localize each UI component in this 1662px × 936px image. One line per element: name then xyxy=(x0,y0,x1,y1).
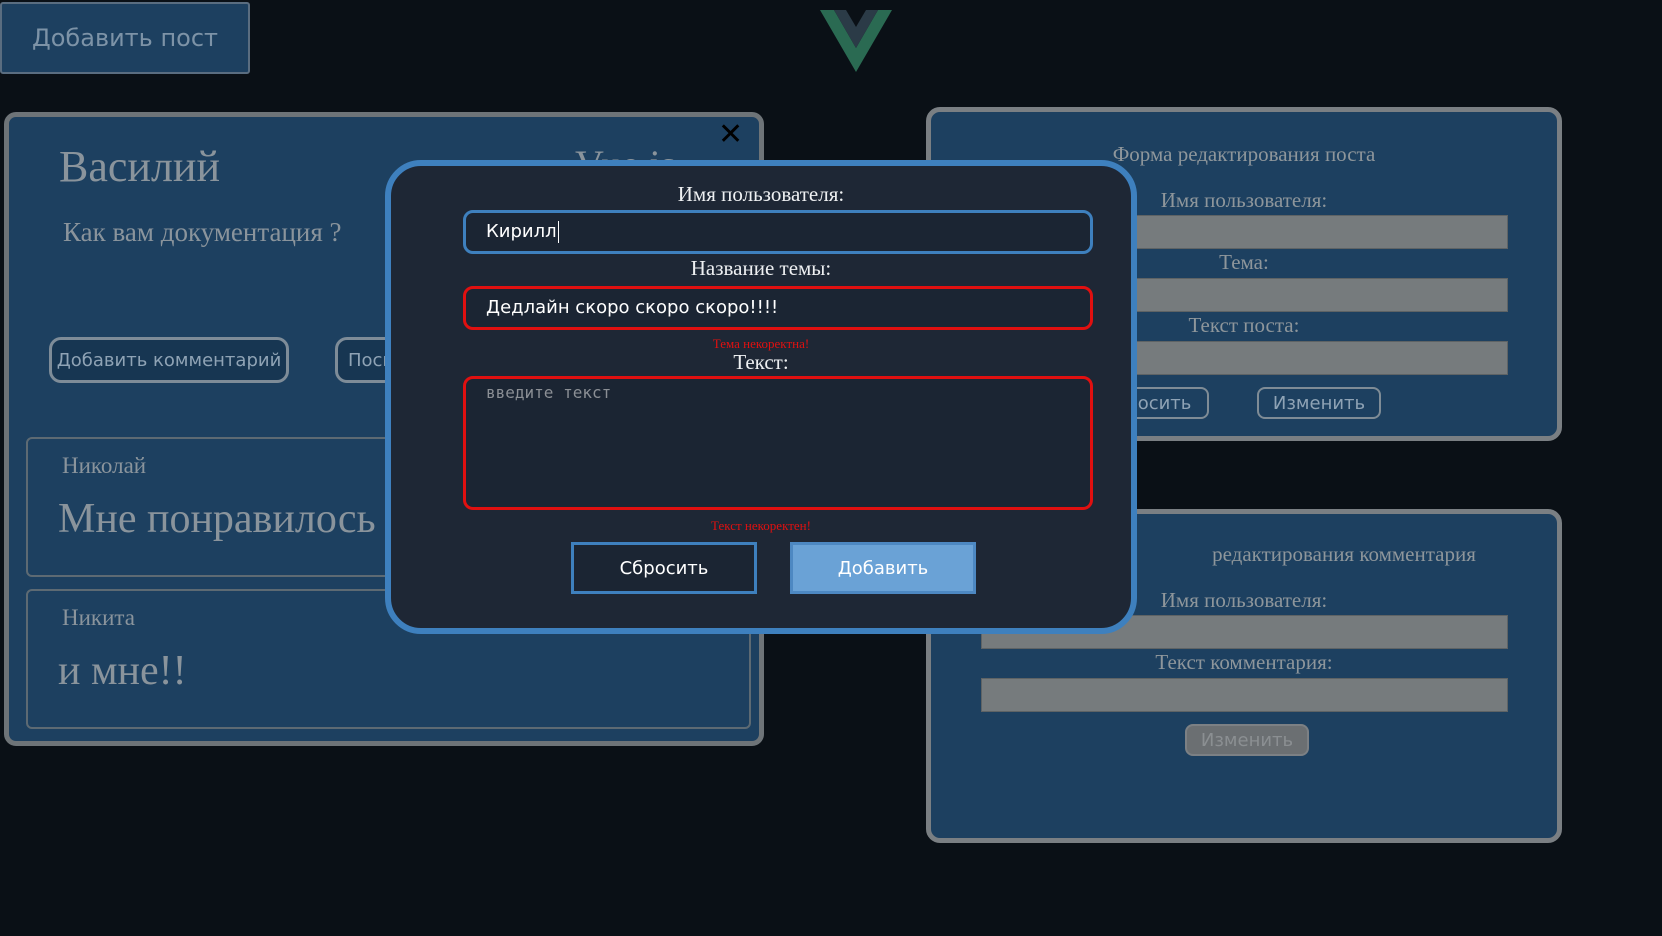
modal-text-textarea[interactable]: введите текст xyxy=(463,376,1093,510)
modal-user-input[interactable]: Кирилл xyxy=(463,210,1093,254)
modal-text-error: Текст некоректен! xyxy=(711,518,811,533)
comment-author: Николай xyxy=(62,453,147,478)
modal-reset-button[interactable]: Сбросить xyxy=(571,542,757,594)
modal-theme-label: Название темы: xyxy=(690,256,832,280)
modal-user-label: Имя пользователя: xyxy=(677,182,845,206)
comment-author: Никита xyxy=(62,605,135,630)
edit-comment-text-label: Текст комментария: xyxy=(1155,650,1333,674)
modal-text-label: Текст: xyxy=(733,350,789,374)
edit-comment-change-button[interactable]: Изменить xyxy=(1185,724,1309,756)
comment-text: Мне понравилось xyxy=(58,496,376,542)
comment-text: и мне!! xyxy=(58,648,187,694)
add-post-button[interactable]: Добавить пост xyxy=(0,2,250,74)
close-icon[interactable]: ✕ xyxy=(718,120,743,150)
edit-comment-text-input[interactable] xyxy=(981,678,1508,712)
modal-add-button[interactable]: Добавить xyxy=(790,542,976,594)
modal-theme-input[interactable]: Дедлайн скоро скоро скоро!!!! xyxy=(463,286,1093,330)
post-text: Как вам документация ? xyxy=(63,217,342,247)
edit-post-change-button[interactable]: Изменить xyxy=(1257,387,1381,419)
add-post-modal: Имя пользователя: Кирилл Название темы: … xyxy=(385,160,1137,634)
post-author: Василий xyxy=(59,142,221,191)
add-comment-button[interactable]: Добавить комментарий xyxy=(49,337,289,383)
vue-logo xyxy=(820,10,892,72)
